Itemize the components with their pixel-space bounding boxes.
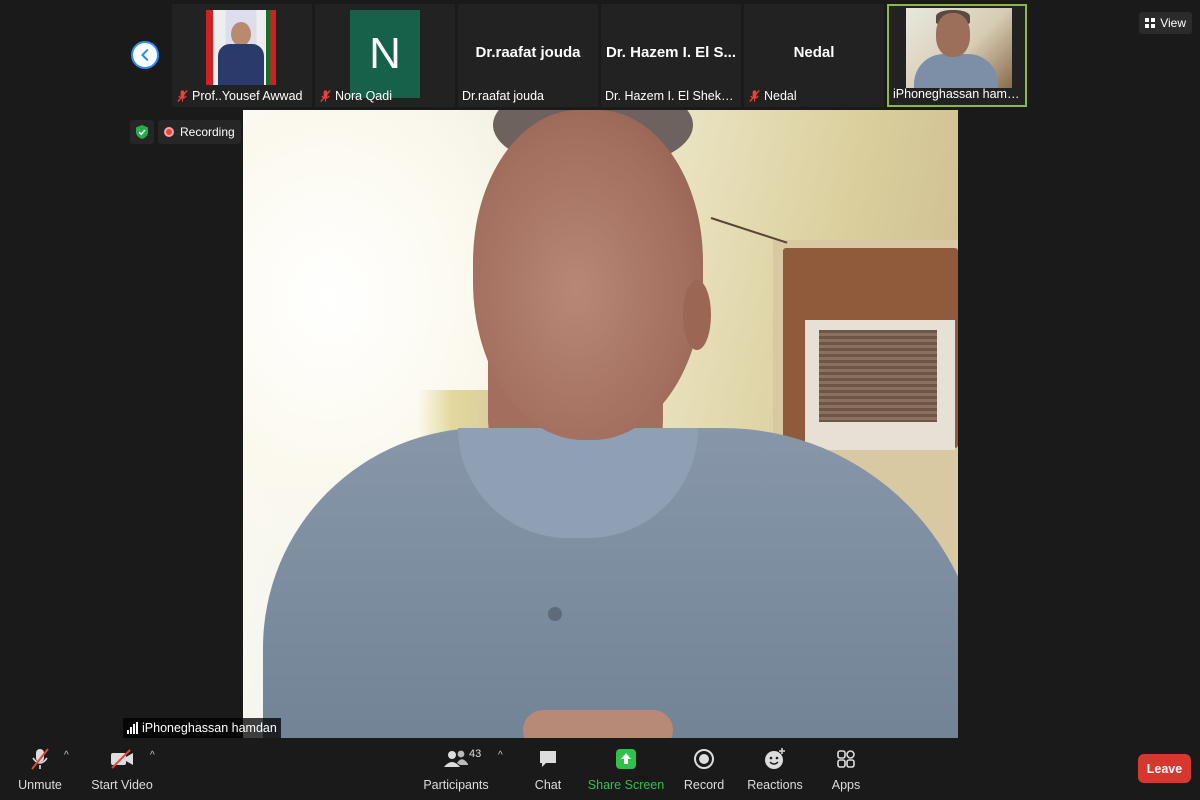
apps-button[interactable]: Apps [830, 746, 862, 796]
previous-participants-button[interactable] [131, 41, 159, 69]
view-button[interactable]: View [1139, 12, 1192, 34]
reactions-label: Reactions [747, 778, 803, 792]
video-options-caret-up-icon[interactable]: ^ [150, 750, 155, 761]
participant-tile-raafat-jouda[interactable]: Dr.raafat jouda Dr.raafat jouda [458, 4, 598, 107]
participant-caption: Prof..Yousef Awwad [172, 85, 307, 107]
chat-button[interactable]: Chat [532, 746, 564, 796]
participants-count: 43 [469, 748, 482, 760]
record-dot-icon [164, 127, 174, 137]
participants-label: Participants [423, 778, 489, 792]
start-video-button[interactable]: Start Video [91, 746, 153, 796]
unmute-button[interactable]: Unmute [18, 746, 62, 796]
recording-label: Recording [180, 125, 235, 139]
share-screen-label: Share Screen [587, 778, 665, 792]
start-video-label: Start Video [91, 778, 153, 792]
participant-caption: Dr. Hazem I. El Shekh Ah... [601, 85, 741, 107]
participant-tile-nedal[interactable]: Nedal Nedal [744, 4, 884, 107]
record-label: Record [683, 778, 725, 792]
recording-indicator[interactable]: Recording [158, 120, 241, 144]
participant-name: Dr. Hazem I. El Shekh Ah... [605, 89, 737, 103]
participant-caption: Dr.raafat jouda [458, 85, 548, 107]
share-screen-button[interactable]: Share Screen [588, 746, 664, 796]
view-label: View [1160, 16, 1186, 30]
reactions-button[interactable]: Reactions [747, 746, 803, 796]
record-icon [694, 749, 714, 769]
participant-display-name: Nedal [793, 44, 835, 61]
speaker-name: iPhoneghassan hamdan [142, 721, 277, 735]
record-button[interactable]: Record [684, 746, 724, 796]
participant-caption: Nedal [744, 85, 801, 107]
grid-icon [1145, 18, 1156, 28]
participant-photo [206, 10, 276, 85]
apps-label: Apps [831, 778, 861, 792]
participant-name: Dr.raafat jouda [462, 89, 544, 103]
shield-check-icon [136, 125, 148, 139]
participant-display-name: Dr.raafat jouda [475, 44, 581, 61]
participant-name: Prof..Yousef Awwad [192, 89, 303, 103]
participant-video [906, 8, 1012, 88]
participant-display-name: Dr. Hazem I. El S... [605, 44, 737, 61]
mic-off-icon [31, 748, 49, 770]
participant-caption: iPhoneghassan hamdan [889, 83, 1025, 105]
participant-name: Nora Qadi [335, 89, 392, 103]
apps-icon [837, 750, 855, 768]
zoom-meeting-window: Prof..Yousef Awwad N Nora Qadi Dr.raafat… [0, 0, 1200, 800]
chat-label: Chat [534, 778, 562, 792]
participant-caption: Nora Qadi [315, 85, 396, 107]
leave-button[interactable]: Leave [1138, 754, 1191, 783]
participant-tile-yousef-awwad[interactable]: Prof..Yousef Awwad [172, 4, 312, 107]
chat-icon [540, 751, 556, 767]
participant-tile-nora-qadi[interactable]: N Nora Qadi [315, 4, 455, 107]
participants-options-caret-up-icon[interactable]: ^ [498, 750, 503, 761]
signal-bars-icon [127, 722, 138, 734]
mic-off-icon [177, 90, 188, 102]
active-speaker-video [243, 110, 958, 738]
video-off-icon [111, 749, 133, 769]
participant-name: Nedal [764, 89, 797, 103]
active-speaker-label: iPhoneghassan hamdan [123, 718, 281, 738]
security-status[interactable] [130, 120, 154, 144]
participant-name: iPhoneghassan hamdan [893, 87, 1025, 101]
mic-off-icon [320, 90, 331, 102]
participant-tile-ghassan-hamdan[interactable]: iPhoneghassan hamdan [887, 4, 1027, 107]
mic-off-icon [749, 90, 760, 102]
chevron-left-icon [141, 49, 149, 61]
meeting-toolbar: Unmute ^ Start Video ^ Participants 43 ^… [0, 740, 1200, 800]
share-screen-icon [616, 749, 636, 769]
unmute-label: Unmute [18, 778, 62, 792]
participants-icon [444, 750, 468, 767]
reactions-icon [765, 748, 785, 769]
participant-tile-hazem-el-shekh[interactable]: Dr. Hazem I. El S... Dr. Hazem I. El She… [601, 4, 741, 107]
audio-options-caret-up-icon[interactable]: ^ [64, 750, 69, 761]
